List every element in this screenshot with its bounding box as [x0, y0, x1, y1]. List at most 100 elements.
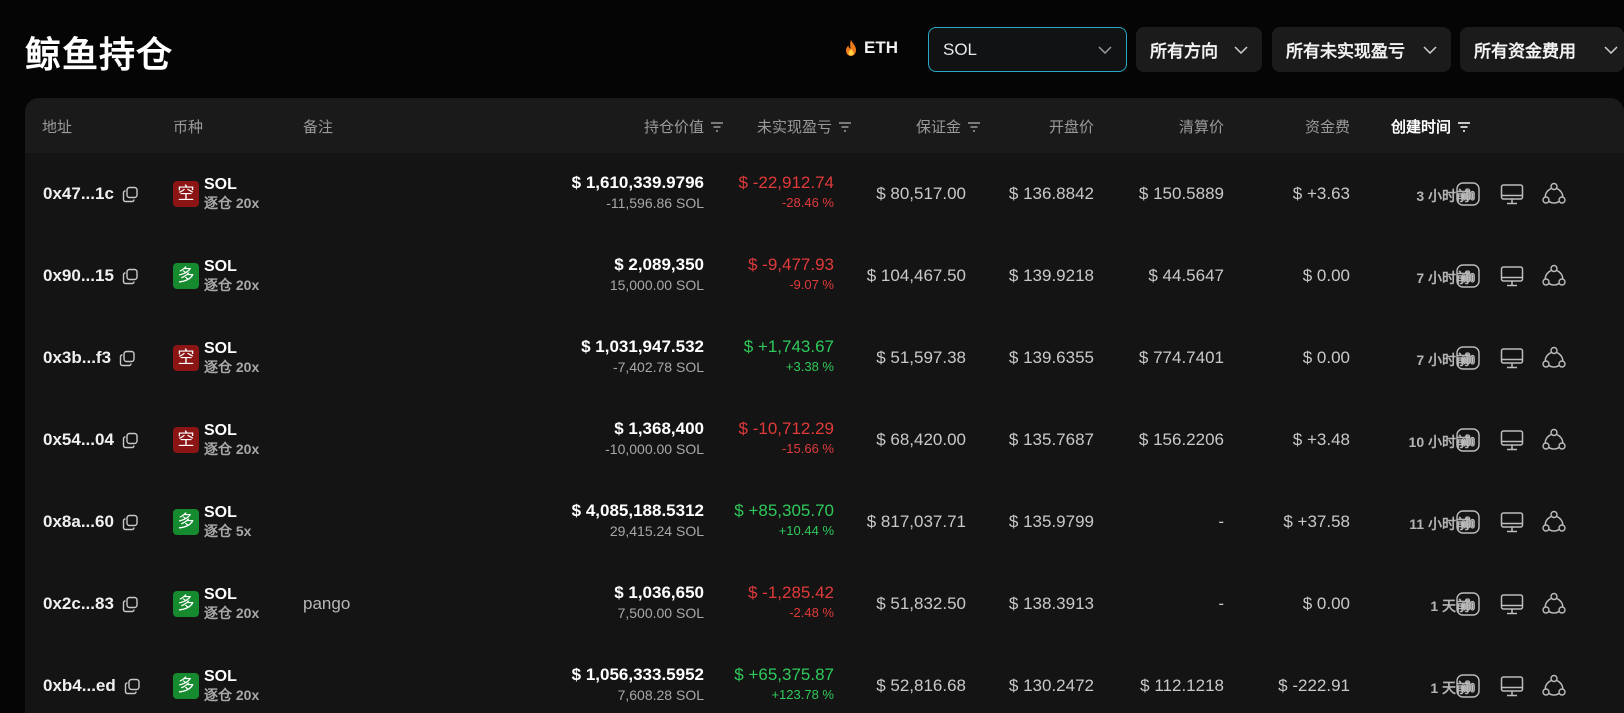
- position-size: 7,608.28 SOL: [617, 687, 704, 703]
- copy-icon[interactable]: [122, 186, 139, 203]
- coin-name: SOL: [204, 586, 237, 603]
- bar-chart-icon[interactable]: [1455, 673, 1481, 699]
- share-icon[interactable]: [1541, 181, 1567, 207]
- monitor-icon[interactable]: [1499, 509, 1525, 535]
- col-margin-sort[interactable]: 保证金: [916, 116, 981, 137]
- coin-cell: SOL 逐仓 5x: [204, 504, 251, 540]
- wallet-address[interactable]: 0xb4...ed: [43, 676, 116, 696]
- table-row[interactable]: 0x90...15 多 SOL 逐仓 20x $ 2,089,350 15,000.00 …: [25, 235, 1624, 317]
- bar-chart-icon[interactable]: [1455, 427, 1481, 453]
- copy-icon[interactable]: [122, 596, 139, 613]
- liq-price-value: $ 774.7401: [1138, 348, 1224, 367]
- position-value: $ 1,610,339.9796: [571, 173, 704, 192]
- leverage-label: 逐仓 20x: [204, 441, 260, 457]
- position-value-cell: $ 1,368,400 -10,000.00 SOL: [605, 419, 704, 459]
- col-value: 持仓价值: [643, 119, 704, 136]
- upnl-cell: $ +65,375.87 +123.78 %: [734, 665, 834, 705]
- share-icon[interactable]: [1541, 345, 1567, 371]
- position-value: $ 1,056,333.5952: [571, 665, 704, 684]
- col-value-sort[interactable]: 持仓价值: [644, 116, 724, 137]
- direction-select[interactable]: 所有方向: [1136, 27, 1262, 72]
- liq-price-value: -: [1218, 594, 1224, 613]
- address-cell[interactable]: 0x47...1c: [43, 184, 139, 204]
- col-address: 地址: [42, 119, 73, 136]
- liq-price-value: $ 150.5889: [1138, 184, 1224, 203]
- coin-cell: SOL 逐仓 20x: [204, 586, 259, 622]
- address-cell[interactable]: 0x90...15: [43, 266, 139, 286]
- address-cell[interactable]: 0x54...04: [43, 430, 139, 450]
- share-icon[interactable]: [1541, 263, 1567, 289]
- filter-icon: [1458, 121, 1471, 132]
- monitor-icon[interactable]: [1499, 427, 1525, 453]
- share-icon[interactable]: [1541, 427, 1567, 453]
- upnl-value: $ -1,285.42: [747, 583, 834, 602]
- upnl-cell: $ -10,712.29 -15.66 %: [739, 419, 834, 459]
- address-cell[interactable]: 0xb4...ed: [43, 676, 141, 696]
- monitor-icon[interactable]: [1499, 591, 1525, 617]
- fee-select[interactable]: 所有资金费用: [1460, 27, 1624, 72]
- chevron-down-icon: [1423, 45, 1437, 54]
- bar-chart-icon[interactable]: [1455, 591, 1481, 617]
- open-price-value: $ 138.3913: [1008, 594, 1094, 613]
- table-row[interactable]: 0xb4...ed 多 SOL 逐仓 20x $ 1,056,333.5952 7,608…: [25, 645, 1624, 713]
- address-cell[interactable]: 0x8a...60: [43, 512, 139, 532]
- wallet-address[interactable]: 0x2c...83: [43, 594, 114, 614]
- share-icon[interactable]: [1541, 673, 1567, 699]
- table-row[interactable]: 0x54...04 空 SOL 逐仓 20x $ 1,368,400 -10,000.00…: [25, 399, 1624, 481]
- position-value-cell: $ 1,056,333.5952 7,608.28 SOL: [572, 665, 704, 705]
- upnl-cell: $ -9,477.93 -9.07 %: [748, 255, 834, 295]
- position-value: $ 4,085,188.5312: [571, 501, 704, 520]
- funding-value: $ 0.00: [1302, 348, 1350, 367]
- coin-select[interactable]: SOL: [928, 27, 1127, 72]
- monitor-icon[interactable]: [1499, 345, 1525, 371]
- table-row[interactable]: 0x2c...83 多 SOL 逐仓 20x pango $ 1,036,650 7,500…: [25, 563, 1624, 645]
- wallet-address[interactable]: 0x3b...f3: [43, 348, 111, 368]
- coin-name: SOL: [204, 176, 237, 193]
- pnl-select[interactable]: 所有未实现盈亏: [1272, 27, 1451, 72]
- margin-value: $ 51,832.50: [876, 594, 966, 613]
- share-icon[interactable]: [1541, 509, 1567, 535]
- copy-icon[interactable]: [122, 268, 139, 285]
- liq-price-value: $ 44.5647: [1148, 266, 1224, 285]
- col-created: 创建时间: [1391, 119, 1452, 136]
- col-upnl-sort[interactable]: 未实现盈亏: [757, 116, 852, 137]
- margin-value: $ 104,467.50: [866, 266, 966, 285]
- bar-chart-icon[interactable]: [1455, 509, 1481, 535]
- coin-select-value: SOL: [943, 39, 978, 59]
- wallet-address[interactable]: 0x47...1c: [43, 184, 114, 204]
- eth-filter-chip[interactable]: ETH: [844, 38, 898, 58]
- wallet-address[interactable]: 0x54...04: [43, 430, 114, 450]
- coin-cell: SOL 逐仓 20x: [204, 340, 259, 376]
- copy-icon[interactable]: [122, 432, 139, 449]
- wallet-address[interactable]: 0x8a...60: [43, 512, 114, 532]
- wallet-address[interactable]: 0x90...15: [43, 266, 114, 286]
- bar-chart-icon[interactable]: [1455, 345, 1481, 371]
- monitor-icon[interactable]: [1499, 181, 1525, 207]
- position-value: $ 1,036,650: [614, 583, 704, 602]
- open-price-value: $ 130.2472: [1008, 676, 1094, 695]
- upnl-percent: -9.07 %: [789, 277, 834, 292]
- bar-chart-icon[interactable]: [1455, 263, 1481, 289]
- copy-icon[interactable]: [124, 678, 141, 695]
- share-icon[interactable]: [1541, 591, 1567, 617]
- leverage-label: 逐仓 20x: [204, 359, 260, 375]
- page-title: 鲸鱼持仓: [25, 35, 174, 76]
- copy-icon[interactable]: [122, 514, 139, 531]
- table-row[interactable]: 0x3b...f3 空 SOL 逐仓 20x $ 1,031,947.532 -7,402…: [25, 317, 1624, 399]
- upnl-value: $ +1,743.67: [743, 337, 834, 356]
- address-cell[interactable]: 0x2c...83: [43, 594, 139, 614]
- bar-chart-icon[interactable]: [1455, 181, 1481, 207]
- upnl-percent: +3.38 %: [785, 359, 834, 374]
- side-badge: 多: [173, 591, 199, 617]
- coin-name: SOL: [204, 340, 237, 357]
- copy-icon[interactable]: [119, 350, 136, 367]
- table-row[interactable]: 0x8a...60 多 SOL 逐仓 5x $ 4,085,188.5312 29,415…: [25, 481, 1624, 563]
- monitor-icon[interactable]: [1499, 673, 1525, 699]
- margin-value: $ 80,517.00: [876, 184, 966, 203]
- monitor-icon[interactable]: [1499, 263, 1525, 289]
- note-text: pango: [303, 594, 351, 613]
- address-cell[interactable]: 0x3b...f3: [43, 348, 136, 368]
- col-created-sort[interactable]: 创建时间: [1391, 116, 1471, 137]
- table-row[interactable]: 0x47...1c 空 SOL 逐仓 20x $ 1,610,339.9796 -11,5…: [25, 153, 1624, 235]
- filter-icon: [839, 121, 851, 132]
